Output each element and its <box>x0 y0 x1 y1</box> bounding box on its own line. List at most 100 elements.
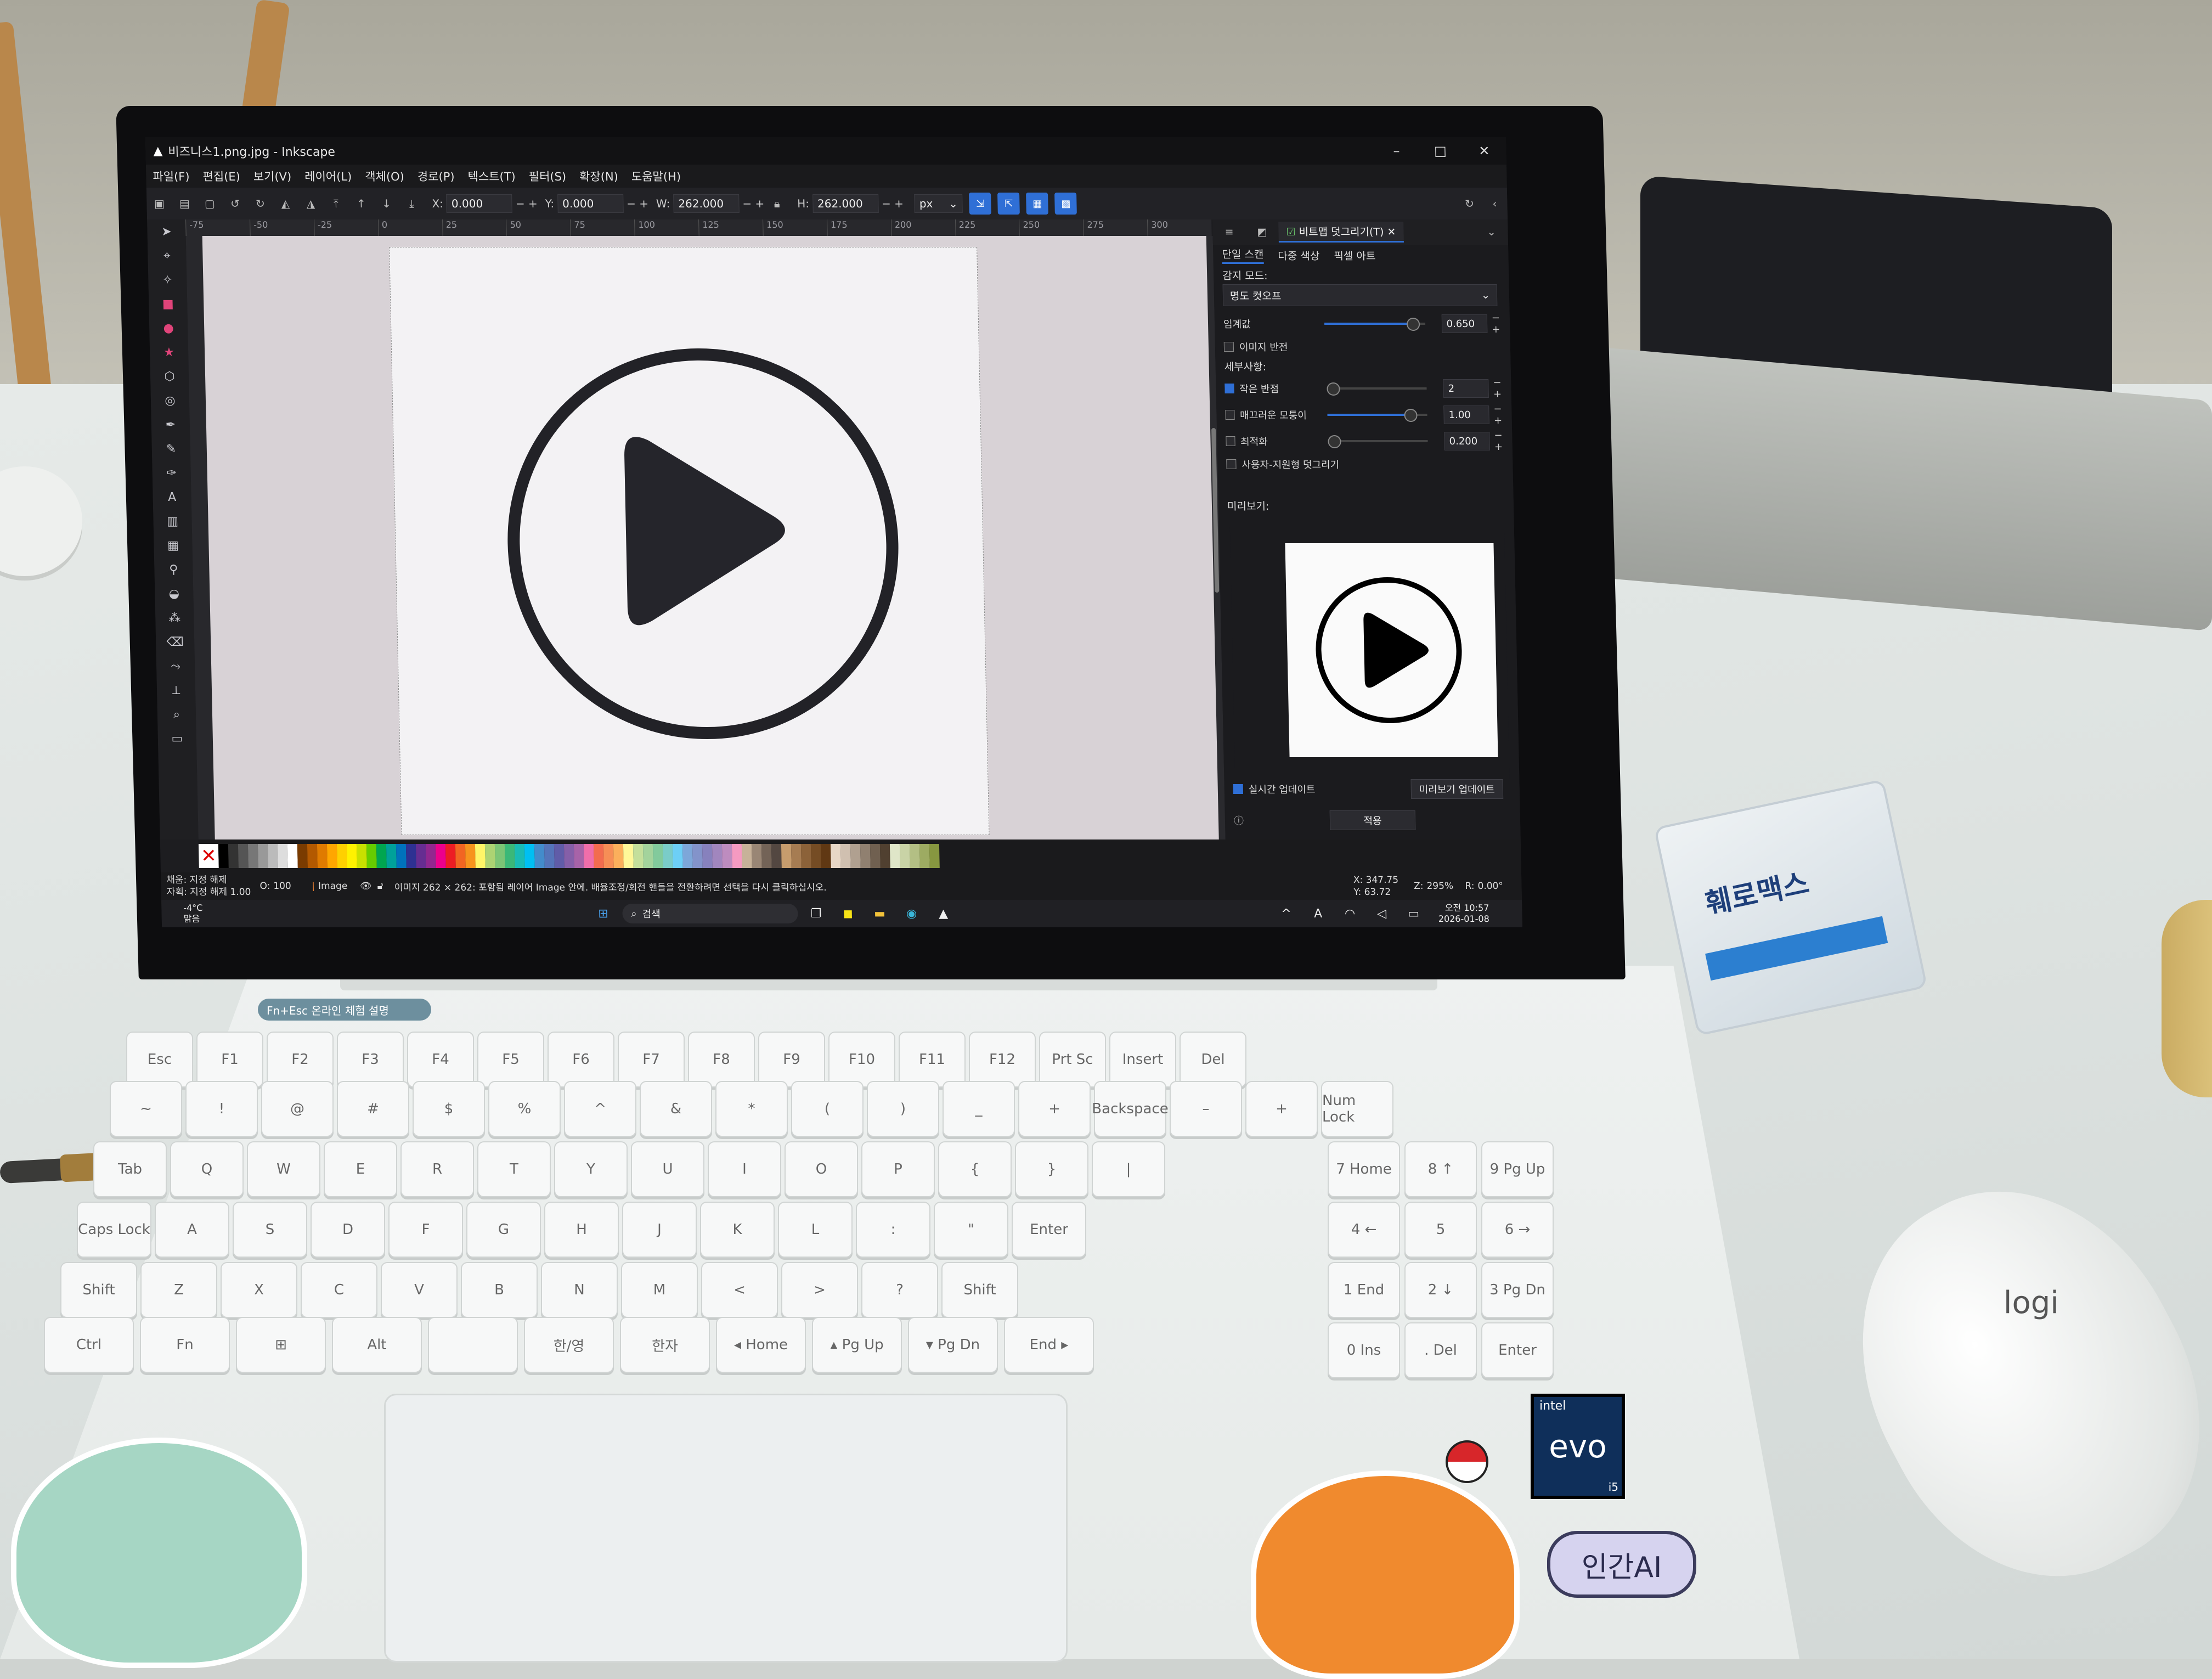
color-swatch[interactable] <box>573 844 584 868</box>
key-f4[interactable]: F4 <box>407 1032 474 1088</box>
rotate-ccw-icon[interactable]: ↺ <box>222 193 248 215</box>
key-h10[interactable]: : <box>856 1202 930 1258</box>
color-swatch[interactable] <box>603 844 614 868</box>
current-layer[interactable]: Image <box>318 881 357 892</box>
fill-value[interactable]: 지정 해제 <box>189 875 227 886</box>
key-h11[interactable]: " <box>934 1202 1008 1258</box>
maximize-button[interactable]: □ <box>1418 143 1463 159</box>
kakaotalk-icon[interactable]: ◼ <box>834 903 862 925</box>
key-b10[interactable]: End ▸ <box>1004 1317 1094 1373</box>
color-swatch[interactable] <box>366 844 377 868</box>
color-swatch[interactable] <box>445 844 456 868</box>
color-swatch[interactable] <box>504 844 515 868</box>
color-swatch[interactable] <box>465 844 476 868</box>
rotation-value[interactable]: 0.00° <box>1477 881 1521 892</box>
select-all-icon[interactable]: ▣ <box>146 193 172 215</box>
color-swatch[interactable] <box>929 844 940 868</box>
key-num4[interactable]: $ <box>413 1081 485 1137</box>
color-swatch[interactable] <box>870 844 881 868</box>
key-np7[interactable]: 2 ↓ <box>1404 1262 1477 1318</box>
key-s11[interactable]: Shift <box>941 1262 1018 1318</box>
scale-stroke-toggle[interactable]: ⇲ <box>969 193 992 215</box>
color-swatch[interactable] <box>435 844 446 868</box>
minimize-button[interactable]: – <box>1374 143 1419 159</box>
color-swatch[interactable] <box>761 844 772 868</box>
color-swatch[interactable] <box>425 844 436 868</box>
color-swatch[interactable] <box>386 844 397 868</box>
tab-multicolor[interactable]: 다중 색상 <box>1278 248 1320 263</box>
color-swatch[interactable] <box>840 844 851 868</box>
optimize-slider[interactable] <box>1327 435 1428 448</box>
optimize-stepper[interactable]: − + <box>1494 430 1513 453</box>
layers-tab-icon[interactable]: ≡ <box>1212 226 1245 238</box>
color-swatch[interactable] <box>228 844 239 868</box>
key-np0[interactable]: 7 Home <box>1328 1141 1400 1197</box>
color-swatch[interactable] <box>287 844 298 868</box>
menu-text[interactable]: 텍스트(T) <box>461 168 522 184</box>
color-swatch[interactable] <box>682 844 693 868</box>
key-q5[interactable]: T <box>477 1141 551 1197</box>
invert-checkbox[interactable] <box>1223 342 1234 352</box>
color-swatch[interactable] <box>672 844 683 868</box>
key-s0[interactable]: Shift <box>60 1262 137 1318</box>
color-swatch[interactable] <box>613 844 624 868</box>
key-s8[interactable]: < <box>701 1262 778 1318</box>
menu-view[interactable]: 보기(V) <box>246 168 298 184</box>
optimize-checkbox[interactable] <box>1226 436 1235 446</box>
color-swatch[interactable] <box>751 844 762 868</box>
h-input[interactable]: 262.000 <box>812 194 879 213</box>
edge-browser-icon[interactable]: ◉ <box>898 903 926 925</box>
visibility-icon[interactable]: 👁︎ <box>360 881 372 892</box>
color-swatch[interactable] <box>346 844 357 868</box>
move-gradients-toggle[interactable]: ▦ <box>1026 193 1049 215</box>
key-f10[interactable]: F10 <box>828 1032 895 1088</box>
key-b0[interactable]: Ctrl <box>44 1317 134 1373</box>
key-q2[interactable]: W <box>247 1141 320 1197</box>
rotate-cw-icon[interactable]: ↻ <box>247 193 273 215</box>
color-swatch[interactable] <box>563 844 574 868</box>
color-swatch[interactable] <box>791 844 802 868</box>
color-swatch[interactable] <box>307 844 318 868</box>
color-swatch[interactable] <box>484 844 495 868</box>
color-swatch[interactable] <box>633 844 644 868</box>
color-swatch[interactable] <box>919 844 930 868</box>
stroke-value[interactable]: 지정 해제 <box>190 887 227 898</box>
h-stepper[interactable]: − + <box>882 197 904 210</box>
color-swatch[interactable] <box>317 844 328 868</box>
color-swatch[interactable] <box>830 844 841 868</box>
key-np1[interactable]: 8 ↑ <box>1404 1141 1477 1197</box>
color-swatch[interactable] <box>396 844 407 868</box>
measure-tool-icon[interactable]: ⟂ <box>162 678 190 702</box>
key-h7[interactable]: J <box>622 1202 697 1258</box>
key-h3[interactable]: D <box>311 1202 385 1258</box>
tab-trace-bitmap[interactable]: ☑ 비트맵 덧그리기(T) ✕ <box>1278 222 1404 243</box>
key-np5[interactable]: 6 → <box>1481 1202 1554 1258</box>
calligraphy-tool-icon[interactable]: ✑ <box>157 461 185 485</box>
key-q1[interactable]: Q <box>170 1141 244 1197</box>
smooth-corners-stepper[interactable]: − + <box>1493 403 1512 426</box>
key-num6[interactable]: ^ <box>564 1081 636 1137</box>
speckles-checkbox[interactable] <box>1224 384 1234 393</box>
menu-object[interactable]: 객체(O) <box>358 168 411 184</box>
key-np2[interactable]: 9 Pg Up <box>1481 1141 1554 1197</box>
key-s7[interactable]: M <box>621 1262 698 1318</box>
key-num5[interactable]: % <box>488 1081 561 1137</box>
canvas[interactable] <box>202 236 1224 840</box>
tab-pixel-art[interactable]: 픽셀 아트 <box>1334 248 1376 263</box>
play-button-image[interactable] <box>390 247 989 835</box>
select-all-layers-icon[interactable]: ▤ <box>172 193 198 215</box>
touchpad[interactable] <box>384 1394 1068 1663</box>
ellipse-tool-icon[interactable]: ● <box>155 316 183 340</box>
threshold-input[interactable]: 0.650 <box>1441 314 1488 333</box>
key-num1[interactable]: ! <box>185 1081 258 1137</box>
battery-icon[interactable]: ▭ <box>1400 903 1427 925</box>
color-swatch[interactable] <box>810 844 821 868</box>
key-q12[interactable]: } <box>1015 1141 1088 1197</box>
raise-icon[interactable]: ↑ <box>348 193 374 215</box>
color-swatch[interactable] <box>238 844 249 868</box>
raise-to-top-icon[interactable]: ⤒ <box>323 193 349 215</box>
color-swatch[interactable] <box>267 844 278 868</box>
key-q11[interactable]: { <box>938 1141 1012 1197</box>
menu-path[interactable]: 경로(P) <box>411 168 461 184</box>
x-input[interactable]: 0.000 <box>446 194 513 213</box>
